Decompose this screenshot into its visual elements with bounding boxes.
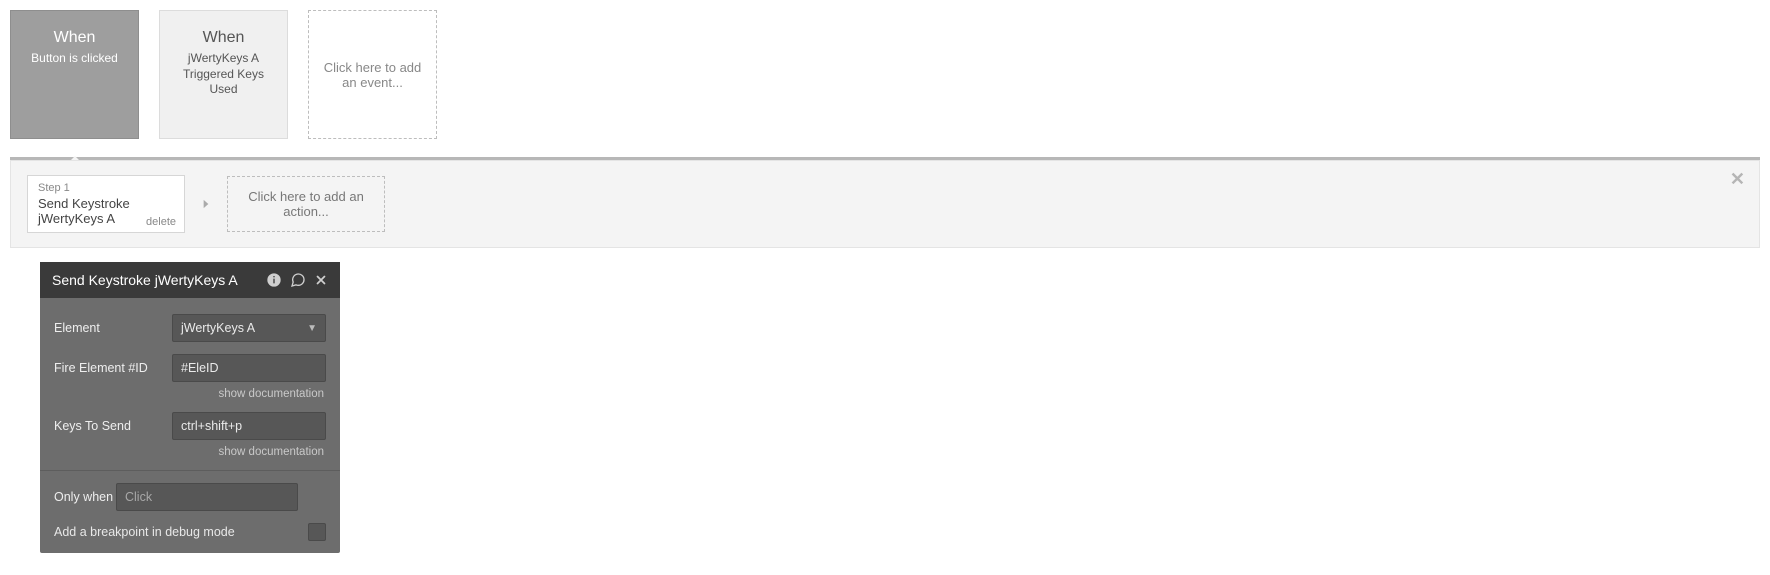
element-row: Element jWertyKeys A ▼ — [54, 314, 326, 342]
add-action-button[interactable]: Click here to add an action... — [227, 176, 385, 232]
breakpoint-checkbox[interactable] — [308, 523, 326, 541]
panel-divider — [40, 470, 340, 471]
event-title: When — [203, 29, 245, 47]
breakpoint-label: Add a breakpoint in debug mode — [54, 525, 235, 539]
keys-row: Keys To Send — [54, 412, 326, 440]
properties-panel: Send Keystroke jWertyKeys A Element jWer… — [40, 262, 340, 553]
action-step-label: Step 1 — [38, 182, 174, 194]
show-doc-link-2[interactable]: show documentation — [54, 446, 326, 458]
close-actions-icon[interactable]: ✕ — [1730, 169, 1745, 190]
event-subtitle: jWertyKeys A Triggered Keys Used — [170, 51, 277, 98]
actions-strip: Step 1 Send Keystroke jWertyKeys A delet… — [10, 160, 1760, 248]
fire-element-input[interactable] — [172, 354, 326, 382]
element-value: jWertyKeys A — [181, 321, 255, 335]
comment-icon[interactable] — [290, 272, 306, 288]
keys-input[interactable] — [172, 412, 326, 440]
fire-element-row: Fire Element #ID — [54, 354, 326, 382]
delete-action-button[interactable]: delete — [146, 216, 176, 228]
panel-footer: Add a breakpoint in debug mode — [54, 523, 326, 553]
add-event-button[interactable]: Click here to add an event... — [308, 10, 437, 139]
panel-header-icons — [266, 272, 328, 288]
element-label: Element — [54, 321, 172, 335]
close-panel-icon[interactable] — [314, 273, 328, 287]
element-select[interactable]: jWertyKeys A ▼ — [172, 314, 326, 342]
panel-title: Send Keystroke jWertyKeys A — [52, 272, 238, 288]
panel-header: Send Keystroke jWertyKeys A — [40, 262, 340, 298]
only-when-row: Only when — [54, 483, 326, 511]
show-doc-link-1[interactable]: show documentation — [54, 388, 326, 400]
event-title: When — [54, 29, 96, 47]
events-row: When Button is clicked When jWertyKeys A… — [0, 0, 1770, 139]
action-step-card[interactable]: Step 1 Send Keystroke jWertyKeys A delet… — [27, 175, 185, 233]
panel-body: Element jWertyKeys A ▼ Fire Element #ID … — [40, 298, 340, 553]
add-event-text: Click here to add an event... — [319, 60, 426, 90]
info-icon[interactable] — [266, 272, 282, 288]
event-card-active[interactable]: When Button is clicked — [10, 10, 139, 139]
fire-element-label: Fire Element #ID — [54, 361, 172, 375]
chevron-down-icon: ▼ — [307, 323, 317, 334]
arrow-right-icon — [197, 195, 215, 213]
keys-label: Keys To Send — [54, 419, 172, 433]
event-card-inactive[interactable]: When jWertyKeys A Triggered Keys Used — [159, 10, 288, 139]
only-when-input[interactable] — [116, 483, 298, 511]
event-subtitle: Button is clicked — [31, 51, 118, 67]
add-action-text: Click here to add an action... — [248, 189, 364, 219]
